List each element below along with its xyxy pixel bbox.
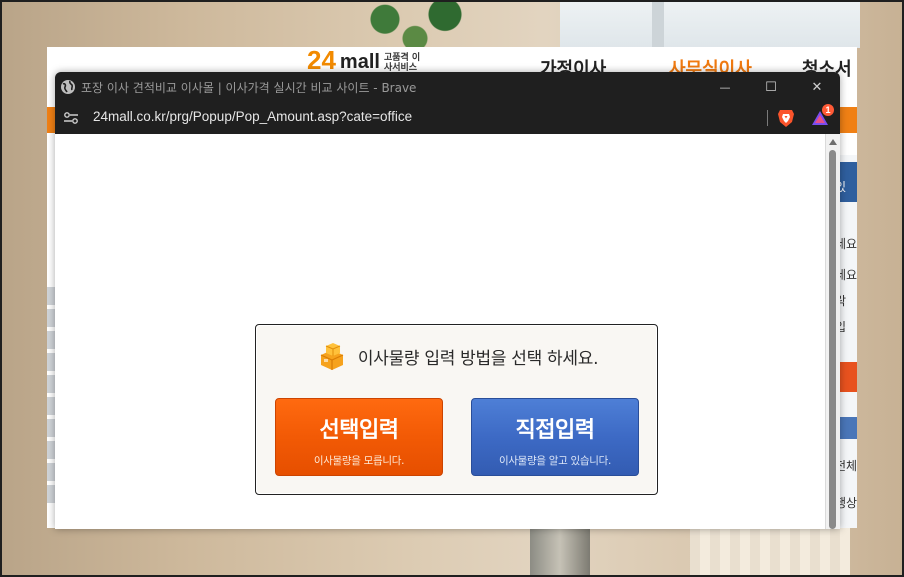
logo-subtitle: 고품격 이사서비스 — [383, 53, 421, 73]
brave-shields-icon[interactable] — [777, 108, 795, 128]
close-button[interactable]: ✕ — [794, 72, 840, 102]
toolbar-separator — [767, 110, 768, 126]
wallpaper-curtain — [690, 528, 850, 577]
scrollbar-thumb[interactable] — [829, 150, 836, 529]
boxes-icon — [320, 343, 344, 370]
vertical-scrollbar[interactable] — [825, 134, 840, 529]
site-logo[interactable]: 24 mall 고품격 이사서비스 — [307, 47, 424, 73]
direct-input-button[interactable]: 직접입력 이사물량을 알고 있습니다. — [471, 398, 639, 476]
close-icon: ✕ — [811, 79, 823, 95]
minimize-icon: — — [719, 80, 731, 94]
dialog-header: 이사물량 입력 방법을 선택 하세요. — [257, 341, 658, 371]
scroll-up-arrow-icon[interactable] — [829, 139, 837, 145]
maximize-button[interactable]: ☐ — [748, 72, 794, 102]
wallpaper-window-frame — [652, 0, 664, 48]
logo-number: 24 — [307, 47, 336, 75]
url-display[interactable]: 24mall.co.kr/prg/Popup/Pop_Amount.asp?ca… — [93, 109, 412, 124]
dialog-title: 이사물량 입력 방법을 선택 하세요. — [357, 348, 599, 369]
dialog-body: 이사물량 입력 방법을 선택 하세요. 선택입력 이사물량을 모릅니다. 직접입… — [257, 326, 656, 493]
window-title: 포장 이사 견적비교 이사몰 | 이사가격 실시간 비교 사이트 - Brave — [81, 81, 417, 95]
moving-volume-dialog: 이사물량 입력 방법을 선택 하세요. 선택입력 이사물량을 모릅니다. 직접입… — [255, 324, 658, 495]
site-left-banner — [47, 287, 55, 507]
rewards-badge: 1 — [822, 104, 834, 116]
site-settings-icon[interactable] — [63, 111, 79, 125]
site-right-blue-banner-2 — [840, 417, 857, 439]
browser-popup-window: 포장 이사 견적비교 이사몰 | 이사가격 실시간 비교 사이트 - Brave… — [55, 72, 840, 529]
select-input-sublabel: 이사물량을 모릅니다. — [313, 455, 405, 467]
minimize-button[interactable]: — — [702, 72, 748, 102]
globe-icon — [61, 80, 75, 94]
direct-input-label: 직접입력 — [515, 418, 595, 443]
address-bar: 24mall.co.kr/prg/Popup/Pop_Amount.asp?ca… — [55, 102, 840, 134]
select-input-button[interactable]: 선택입력 이사물량을 모릅니다. — [275, 398, 443, 476]
maximize-icon: ☐ — [765, 79, 777, 95]
wallpaper-plant-leaves — [340, 0, 490, 48]
wallpaper-window — [560, 0, 860, 48]
window-titlebar[interactable]: 포장 이사 견적비교 이사몰 | 이사가격 실시간 비교 사이트 - Brave… — [55, 72, 840, 102]
select-input-label: 선택입력 — [319, 418, 399, 443]
direct-input-sublabel: 이사물량을 알고 있습니다. — [498, 455, 612, 467]
wallpaper-plant-trunk — [530, 528, 590, 577]
popup-page: 이사물량 입력 방법을 선택 하세요. 선택입력 이사물량을 모릅니다. 직접입… — [55, 134, 840, 529]
site-right-red-banner — [840, 362, 857, 392]
logo-text: mall — [339, 51, 380, 73]
